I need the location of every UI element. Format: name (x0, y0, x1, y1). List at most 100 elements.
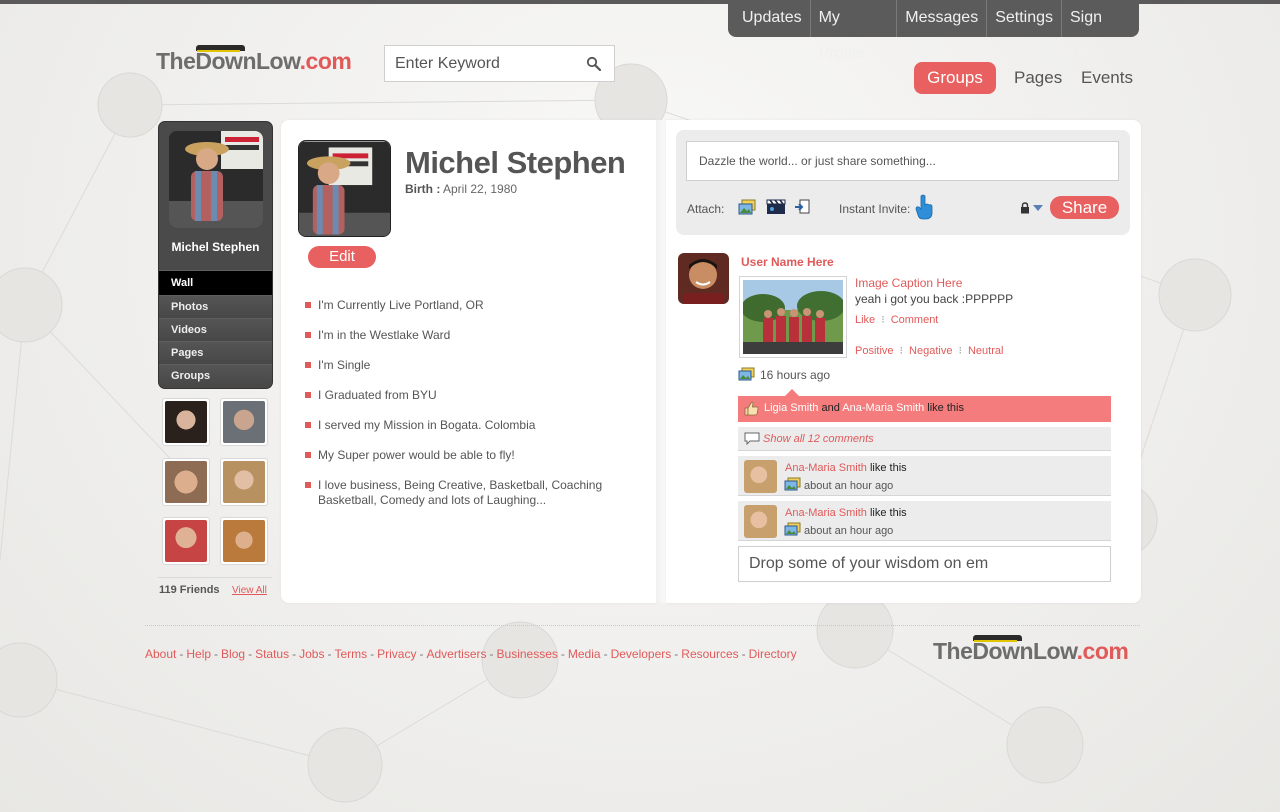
sidebar-item-photos[interactable]: Photos (159, 295, 272, 318)
sidebar-item-groups[interactable]: Groups (159, 364, 272, 387)
attach-video-icon[interactable] (766, 199, 786, 215)
footer-link-directory[interactable]: Directory (749, 647, 797, 661)
friend-thumbnail[interactable] (220, 517, 268, 565)
search-input[interactable] (385, 46, 575, 81)
friend-thumbnail[interactable] (220, 458, 268, 506)
column-divider (656, 120, 666, 603)
footer-link-developers[interactable]: Developers (611, 647, 672, 661)
likes-text: Ligia Smith and Ana-Maria Smith like thi… (764, 402, 964, 414)
edit-profile-button[interactable]: Edit (308, 246, 376, 268)
liker-name-link[interactable]: Ligia Smith (764, 402, 818, 414)
sidebar-item-videos[interactable]: Videos (159, 318, 272, 341)
footer-link-resources[interactable]: Resources (681, 647, 738, 661)
footer-link-advertisers[interactable]: Advertisers (426, 647, 486, 661)
profile-name: Michel Stephen (405, 145, 626, 180)
show-all-comments-link[interactable]: Show all 12 comments (763, 433, 874, 445)
logo-the: The (933, 638, 973, 664)
logo-the: The (156, 48, 196, 74)
profile-fact: I'm in the Westlake Ward (305, 328, 635, 343)
site-logo[interactable]: TheDownLow.com (156, 45, 352, 75)
profile-photo-illustration (169, 131, 263, 228)
comment-input[interactable] (738, 546, 1111, 582)
footer-link-terms[interactable]: Terms (334, 647, 367, 661)
nav-settings[interactable]: Settings (987, 0, 1062, 37)
sidebar-avatar[interactable] (169, 131, 263, 228)
commenter-name-link[interactable]: Ana-Maria Smith (785, 462, 867, 474)
logo-down: Down (195, 45, 256, 74)
footer-link-jobs[interactable]: Jobs (299, 647, 324, 661)
post-actions: Like ⁝ Comment (855, 314, 939, 326)
search-icon[interactable] (586, 56, 602, 72)
thumbs-up-icon (744, 401, 759, 416)
footer-link-status[interactable]: Status (255, 647, 289, 661)
negative-link[interactable]: Negative (909, 345, 952, 357)
commenter-name-link[interactable]: Ana-Maria Smith (785, 507, 867, 519)
logo-down: Down (972, 635, 1033, 664)
post-user-avatar[interactable] (678, 253, 729, 304)
show-all-comments-row: Show all 12 comments (738, 427, 1111, 451)
view-all-friends-link[interactable]: View All (232, 585, 267, 596)
footer-logo[interactable]: TheDownLow.com (933, 635, 1129, 665)
profile-avatar[interactable] (298, 140, 391, 237)
privacy-dropdown-chevron-icon[interactable] (1033, 205, 1043, 211)
instant-invite-label: Instant Invite: (839, 202, 911, 216)
footer-link-blog[interactable]: Blog (221, 647, 245, 661)
commenter-avatar[interactable] (744, 460, 777, 493)
post-photo-image (741, 280, 845, 354)
photo-type-icon (784, 522, 801, 536)
post-username[interactable]: User Name Here (741, 255, 834, 269)
privacy-lock-icon[interactable] (1020, 202, 1030, 214)
logo-dotcom: .com (299, 48, 352, 74)
post-text: yeah i got you back :PPPPPP (855, 292, 1014, 306)
share-input[interactable] (686, 141, 1119, 181)
share-box: Attach: Instant Invite: Share (676, 130, 1130, 235)
nav-messages[interactable]: Messages (897, 0, 988, 37)
commenter-avatar[interactable] (744, 505, 777, 538)
commenter-line: Ana-Maria Smith like this (785, 507, 907, 519)
footer-link-media[interactable]: Media (568, 647, 601, 661)
profile-birth: Birth : April 22, 1980 (405, 182, 517, 196)
comment-timestamp: about an hour ago (804, 480, 894, 492)
nav-updates[interactable]: Updates (728, 0, 811, 37)
friend-thumbnail[interactable] (162, 398, 210, 446)
friend-thumbnail[interactable] (162, 517, 210, 565)
post-photo[interactable] (739, 276, 847, 358)
sidebar-item-wall[interactable]: Wall (159, 270, 272, 295)
photo-type-icon (738, 367, 755, 381)
footer-link-privacy[interactable]: Privacy (377, 647, 416, 661)
sidebar-item-pages[interactable]: Pages (159, 341, 272, 364)
neutral-link[interactable]: Neutral (968, 345, 1003, 357)
post-timestamp: 16 hours ago (760, 368, 831, 382)
profile-fact: I Graduated from BYU (305, 388, 635, 403)
friend-thumbnail[interactable] (220, 398, 268, 446)
footer-link-businesses[interactable]: Businesses (497, 647, 558, 661)
footer-link-about[interactable]: About (145, 647, 176, 661)
footer-divider (145, 625, 1140, 626)
comment-item: Ana-Maria Smith like this about an hour … (738, 456, 1111, 496)
positive-link[interactable]: Positive (855, 345, 894, 357)
attach-link-icon[interactable] (794, 199, 810, 215)
nav-my-profile[interactable]: My Profile (811, 0, 898, 62)
post-user-avatar-image (678, 253, 729, 304)
pages-link[interactable]: Pages (1014, 68, 1062, 88)
friend-thumbnail[interactable] (162, 458, 210, 506)
comment-bubble-icon (744, 432, 760, 445)
nav-sign-out[interactable]: Sign Out (1062, 0, 1139, 62)
attach-photo-icon[interactable] (738, 199, 756, 215)
footer-link-help[interactable]: Help (186, 647, 211, 661)
groups-button[interactable]: Groups (914, 62, 996, 94)
events-link[interactable]: Events (1081, 68, 1133, 88)
liker-name-link[interactable]: Ana-Maria Smith (842, 402, 924, 414)
likes-bar: Ligia Smith and Ana-Maria Smith like thi… (738, 389, 1111, 422)
sidebar-profile-name: Michel Stephen (171, 240, 260, 254)
birth-value: April 22, 1980 (443, 182, 518, 196)
pointer-hand-icon[interactable] (914, 194, 934, 220)
attach-label: Attach: (687, 202, 725, 216)
profile-sidebar: Michel Stephen Wall Photos Videos Pages … (158, 121, 273, 389)
logo-dotcom: .com (1076, 638, 1129, 664)
share-button[interactable]: Share (1050, 196, 1119, 219)
comment-link[interactable]: Comment (891, 314, 939, 326)
photo-type-icon (784, 477, 801, 491)
profile-photo-illustration (299, 141, 390, 236)
like-link[interactable]: Like (855, 314, 875, 326)
